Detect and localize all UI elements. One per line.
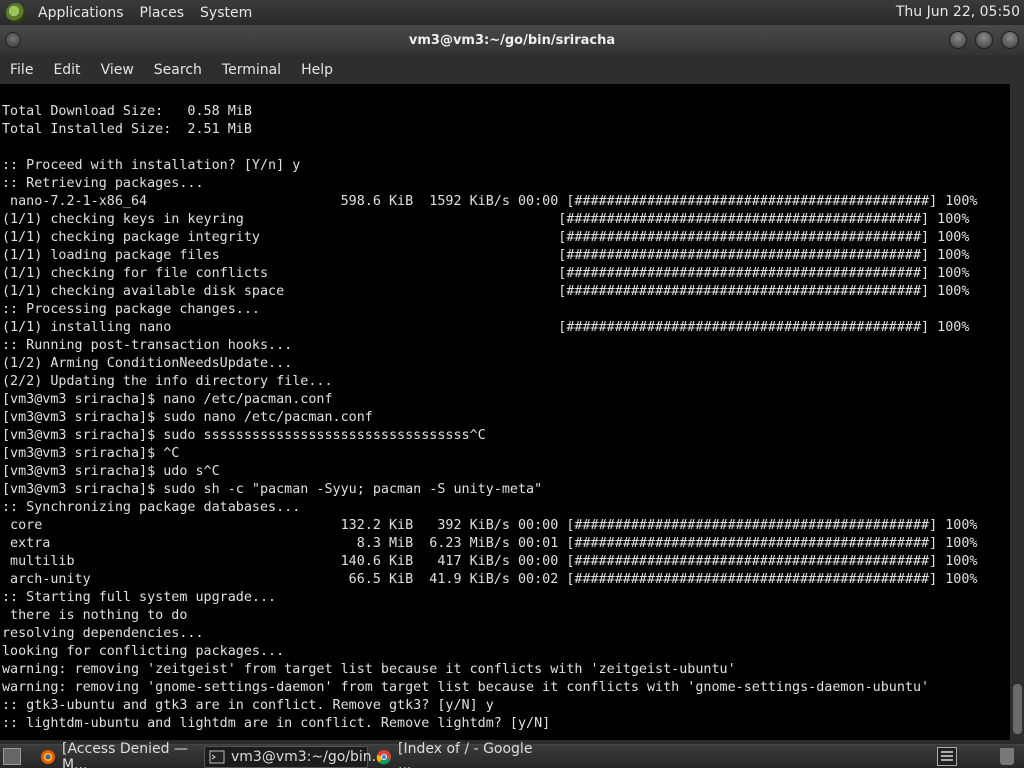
- maximize-button[interactable]: [975, 31, 993, 49]
- menu-edit[interactable]: Edit: [43, 62, 90, 78]
- chrome-icon: [376, 749, 392, 765]
- task-label: [Index of / - Google ...: [398, 741, 533, 768]
- system-menu[interactable]: System: [192, 5, 260, 21]
- distro-logo-icon[interactable]: [6, 2, 26, 23]
- terminal-line: [vm3@vm3 sriracha]$ ^C: [2, 446, 180, 461]
- terminal-line: (1/1) loading package files [###########…: [2, 248, 970, 263]
- terminal-line: :: Retrieving packages...: [2, 176, 204, 191]
- terminal-line: :: Proceed with installation? [Y/n] y: [2, 158, 301, 173]
- workspace-switcher-icon[interactable]: [937, 747, 957, 766]
- show-desktop-icon[interactable]: [3, 748, 21, 765]
- terminal-line: Total Installed Size: 2.51 MiB: [2, 122, 252, 137]
- menu-file[interactable]: File: [0, 62, 43, 78]
- terminal-line: (1/1) checking package integrity [######…: [2, 230, 970, 245]
- terminal-line: (1/1) installing nano [#################…: [2, 320, 970, 335]
- terminal-line: [vm3@vm3 sriracha]$ sudo nano /etc/pacma…: [2, 410, 373, 425]
- terminal-line: [vm3@vm3 sriracha]$ sudo sh -c "pacman -…: [2, 482, 543, 497]
- task-terminal[interactable]: vm3@vm3:~/go/bin...: [204, 746, 385, 768]
- window-title: vm3@vm3:~/go/bin/sriracha: [408, 32, 616, 48]
- minimize-button[interactable]: [949, 31, 967, 49]
- terminal-line: resolving dependencies...: [2, 626, 204, 641]
- task-label: vm3@vm3:~/go/bin...: [231, 749, 385, 765]
- terminal-line: arch-unity 66.5 KiB 41.9 KiB/s 00:02 [##…: [2, 572, 978, 587]
- terminal-area[interactable]: Total Download Size: 0.58 MiB Total Insta…: [0, 84, 1010, 740]
- window-menu-button[interactable]: [5, 32, 21, 48]
- terminal-line: nano-7.2-1-x86_64 598.6 KiB 1592 KiB/s 0…: [2, 194, 978, 209]
- terminal-line: :: gtk3-ubuntu and gtk3 are in conflict.…: [2, 698, 494, 713]
- terminal-scrollbar[interactable]: [1010, 84, 1024, 740]
- menu-help[interactable]: Help: [291, 62, 343, 78]
- terminal-line: multilib 140.6 KiB 417 KiB/s 00:00 [####…: [2, 554, 978, 569]
- top-panel: Applications Places System Thu Jun 22, 0…: [0, 0, 1024, 25]
- window-titlebar[interactable]: vm3@vm3:~/go/bin/sriracha: [0, 25, 1024, 55]
- applications-menu[interactable]: Applications: [30, 5, 132, 21]
- terminal-line: extra 8.3 MiB 6.23 MiB/s 00:01 [########…: [2, 536, 978, 551]
- terminal-line: Total Download Size: 0.58 MiB: [2, 104, 252, 119]
- terminal-line: warning: removing 'zeitgeist' from targe…: [2, 662, 736, 677]
- terminal-line: [vm3@vm3 sriracha]$ sudo sssssssssssssss…: [2, 428, 486, 443]
- terminal-line: (1/2) Arming ConditionNeedsUpdate...: [2, 356, 293, 371]
- terminal-line: warning: removing 'gnome-settings-daemon…: [2, 680, 930, 695]
- task-firefox[interactable]: [Access Denied — M...: [36, 741, 202, 768]
- terminal-line: :: Processing package changes...: [2, 302, 260, 317]
- clock[interactable]: Thu Jun 22, 05:50: [896, 0, 1020, 25]
- scrollbar-thumb[interactable]: [1013, 684, 1022, 734]
- firefox-icon: [40, 749, 56, 765]
- menu-terminal[interactable]: Terminal: [212, 62, 291, 78]
- terminal-line: [vm3@vm3 sriracha]$ nano /etc/pacman.con…: [2, 392, 333, 407]
- trash-icon[interactable]: [1000, 748, 1014, 765]
- task-label: [Access Denied — M...: [62, 741, 188, 768]
- terminal-line: (2/2) Updating the info directory file..…: [2, 374, 333, 389]
- taskbar: [Access Denied — M... vm3@vm3:~/go/bin..…: [0, 741, 1024, 768]
- terminal-line: (1/1) checking keys in keyring [########…: [2, 212, 970, 227]
- terminal-icon: [209, 749, 225, 765]
- terminal-line: (1/1) checking for file conflicts [#####…: [2, 266, 970, 281]
- terminal-line: :: Starting full system upgrade...: [2, 590, 277, 605]
- menu-search[interactable]: Search: [144, 62, 212, 78]
- terminal-line: looking for conflicting packages...: [2, 644, 285, 659]
- terminal-line: :: Synchronizing package databases...: [2, 500, 301, 515]
- panel-menus: Applications Places System: [30, 0, 260, 25]
- terminal-output: Total Download Size: 0.58 MiB Total Insta…: [2, 103, 977, 733]
- task-chrome[interactable]: [Index of / - Google ...: [372, 741, 538, 768]
- terminal-line: :: Running post-transaction hooks...: [2, 338, 293, 353]
- places-menu[interactable]: Places: [132, 5, 193, 21]
- terminal-line: [vm3@vm3 sriracha]$ udo s^C: [2, 464, 220, 479]
- close-button[interactable]: [1001, 31, 1019, 49]
- terminal-line: (1/1) checking available disk space [###…: [2, 284, 970, 299]
- menu-view[interactable]: View: [91, 62, 144, 78]
- terminal-line: core 132.2 KiB 392 KiB/s 00:00 [########…: [2, 518, 978, 533]
- terminal-line: there is nothing to do: [2, 608, 188, 623]
- terminal-line: :: lightdm-ubuntu and lightdm are in con…: [2, 716, 551, 731]
- menubar: File Edit View Search Terminal Help: [0, 55, 1024, 84]
